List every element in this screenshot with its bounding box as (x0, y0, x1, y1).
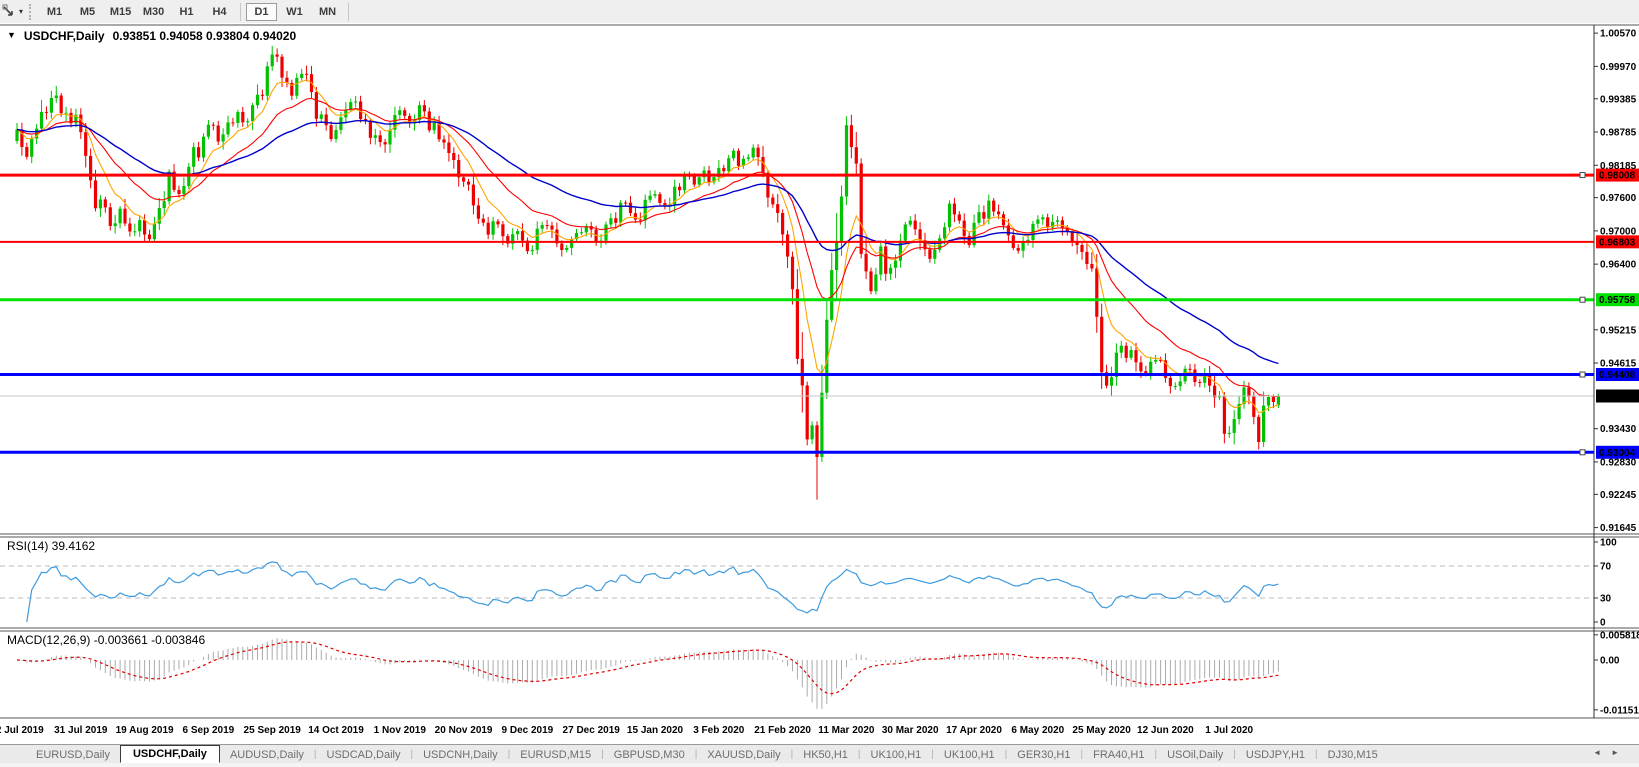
tab-usdjpy-h1[interactable]: USDJPY,H1 (1236, 747, 1315, 763)
rsi-indicator-label: RSI(14) 39.4162 (7, 539, 96, 553)
toolbar-separator (240, 2, 242, 21)
rsi-axis-label: 0 (1600, 618, 1606, 629)
timeframe-button-m15[interactable]: M15 (105, 3, 136, 21)
hline-price-label: 0.96803 (1599, 237, 1636, 248)
rsi-axis-label: 70 (1600, 562, 1612, 573)
price-axis-tick-label: 0.94615 (1600, 359, 1637, 370)
date-axis-label: 14 Oct 2019 (308, 725, 364, 736)
price-axis-tick-label: 0.98785 (1600, 128, 1637, 139)
chart-symbol-label: USDCHF,Daily (23, 29, 105, 43)
date-axis-label: 25 Sep 2019 (243, 725, 301, 736)
price-axis-tick-label: 1.00570 (1600, 29, 1637, 40)
timeframe-toolbar: ▾ M1 M5 M15 M30 H1 H4 D1 W1 MN (0, 0, 1639, 24)
date-axis-label: 27 Dec 2019 (562, 725, 620, 736)
price-axis-tick-label: 0.95215 (1600, 325, 1637, 336)
price-axis-tick-label: 0.91645 (1600, 523, 1637, 534)
date-axis-label: 12 Jun 2020 (1137, 725, 1194, 736)
date-axis-label: 1 Nov 2019 (373, 725, 426, 736)
tab-audusd-daily[interactable]: AUDUSD,Daily (220, 747, 314, 763)
date-axis-label: 19 Aug 2019 (115, 725, 174, 736)
trading-platform-window: ▾ M1 M5 M15 M30 H1 H4 D1 W1 MN 0.98008 0.96803 0.9… (0, 0, 1639, 767)
timeframe-button-m30[interactable]: M30 (138, 3, 169, 21)
toolbar-grip[interactable] (29, 3, 34, 20)
price-chart-svg[interactable]: 0.980080.968030.957580.944080.930040.940… (0, 23, 1639, 719)
tab-xauusd-daily[interactable]: XAUUSD,Daily (697, 747, 790, 763)
tab-dj30-m15[interactable]: DJ30,M15 (1318, 747, 1388, 763)
price-axis-tick-label: 0.99385 (1600, 94, 1637, 105)
date-axis-label: 6 Sep 2019 (182, 725, 235, 736)
collapse-triangle-icon[interactable]: ▼ (7, 30, 16, 40)
price-axis-tick-label: 0.97600 (1600, 193, 1637, 204)
date-axis-label: 6 May 2020 (1011, 725, 1065, 736)
price-axis-tick-label: 0.92245 (1600, 490, 1637, 501)
hline-price-label: 0.98008 (1599, 171, 1636, 182)
date-axis-label: 3 Feb 2020 (693, 725, 745, 736)
timeframe-button-h1[interactable]: H1 (171, 3, 202, 21)
tab-eurusd-daily[interactable]: EURUSD,Daily (26, 747, 120, 763)
tab-uk100-h1[interactable]: UK100,H1 (861, 747, 932, 763)
timeframe-button-mn[interactable]: MN (312, 3, 343, 21)
price-axis-tick-label: 0.98185 (1600, 161, 1637, 172)
rsi-axis-label: 30 (1600, 594, 1612, 605)
date-axis-label: 31 Jul 2019 (54, 725, 108, 736)
tab-eurusd-m15[interactable]: EURUSD,M15 (510, 747, 601, 763)
hline-price-label: 0.95758 (1599, 295, 1636, 306)
chart-window: 0.98008 0.96803 0.95758 0.94408 0.93004 0.940… (0, 23, 1639, 719)
date-axis[interactable]: 12 Jul 2019 31 Jul 2019 19 Aug 2019 6 Sep 2… (0, 719, 1639, 744)
date-axis-label: 21 Feb 2020 (754, 725, 811, 736)
date-axis-label: 25 May 2020 (1072, 725, 1131, 736)
tab-usdcnh-daily[interactable]: USDCNH,Daily (413, 747, 508, 763)
toolbar-separator (348, 2, 350, 21)
tool-dropdown-caret-icon[interactable]: ▾ (19, 7, 23, 16)
date-axis-label: 1 Jul 2020 (1205, 725, 1254, 736)
tab-fra40-h1[interactable]: FRA40,H1 (1083, 747, 1154, 763)
tab-hk50-h1[interactable]: HK50,H1 (793, 747, 858, 763)
macd-axis-label: -0.011514 (1600, 705, 1639, 716)
tab-usdcad-daily[interactable]: USDCAD,Daily (317, 747, 411, 763)
price-axis-tick-label: 0.99970 (1600, 62, 1637, 73)
timeframe-buttons: M1 M5 M15 M30 H1 H4 D1 W1 MN (38, 2, 353, 21)
status-strip (0, 763, 1639, 767)
hline-price-label: 0.94408 (1599, 370, 1636, 381)
tab-gbpusd-m30[interactable]: GBPUSD,M30 (604, 747, 695, 763)
tab-usoil-daily[interactable]: USOil,Daily (1157, 747, 1233, 763)
chart-tabs: EURUSD,Daily|USDCHF,Daily|AUDUSD,Daily|U… (26, 744, 1388, 764)
tab-scroll-arrows: ◄► (1593, 748, 1629, 757)
hline-handle[interactable] (1579, 172, 1586, 179)
price-axis-tick-label: 0.96400 (1600, 260, 1637, 271)
toolbar-left-group: ▾ (0, 3, 38, 20)
timeframe-button-w1[interactable]: W1 (279, 3, 310, 21)
current-price-label: 0.94020 (1599, 392, 1636, 403)
macd-axis-label: 0.005818 (1600, 630, 1639, 641)
date-axis-label: 11 Mar 2020 (818, 725, 875, 736)
date-axis-label: 30 Mar 2020 (881, 725, 939, 736)
hline-handle[interactable] (1579, 371, 1586, 378)
date-axis-label: 9 Dec 2019 (501, 725, 554, 736)
date-axis-label: 15 Jan 2020 (626, 725, 684, 736)
chart-ohlc-values: 0.93851 0.94058 0.93804 0.94020 (112, 29, 297, 43)
timeframe-button-h4[interactable]: H4 (204, 3, 235, 21)
timeframe-button-m5[interactable]: M5 (72, 3, 103, 21)
tab-ger30-h1[interactable]: GER30,H1 (1007, 747, 1080, 763)
tab-uk100-h1[interactable]: UK100,H1 (934, 747, 1005, 763)
date-axis-label: 12 Jul 2019 (0, 725, 44, 736)
timeframe-button-d1[interactable]: D1 (246, 2, 278, 21)
price-axis-tick-label: 0.93430 (1600, 424, 1637, 435)
price-axis-tick-label: 0.97000 (1600, 226, 1637, 237)
rsi-axis-label: 100 (1600, 538, 1617, 549)
chart-tabs-bar: EURUSD,Daily|USDCHF,Daily|AUDUSD,Daily|U… (0, 744, 1639, 764)
crosshair-tool-icon[interactable] (2, 4, 18, 20)
chart-title: ▼ USDCHF,Daily 0.93851 0.94058 0.93804 0… (7, 29, 296, 43)
timeframe-button-m1[interactable]: M1 (39, 3, 70, 21)
date-axis-label: 17 Apr 2020 (946, 725, 1002, 736)
tab-scroll-left-icon[interactable]: ◄ (1593, 748, 1611, 757)
hline-handle[interactable] (1579, 449, 1586, 456)
tab-usdchf-daily[interactable]: USDCHF,Daily (119, 744, 220, 763)
macd-axis-label: 0.00 (1600, 656, 1620, 667)
tab-scroll-right-icon[interactable]: ► (1611, 748, 1629, 757)
macd-indicator-label: MACD(12,26,9) -0.003661 -0.003846 (7, 633, 206, 647)
price-axis-tick-label: 0.92830 (1600, 457, 1637, 468)
hline-handle[interactable] (1579, 296, 1586, 303)
date-axis-label: 20 Nov 2019 (434, 725, 493, 736)
